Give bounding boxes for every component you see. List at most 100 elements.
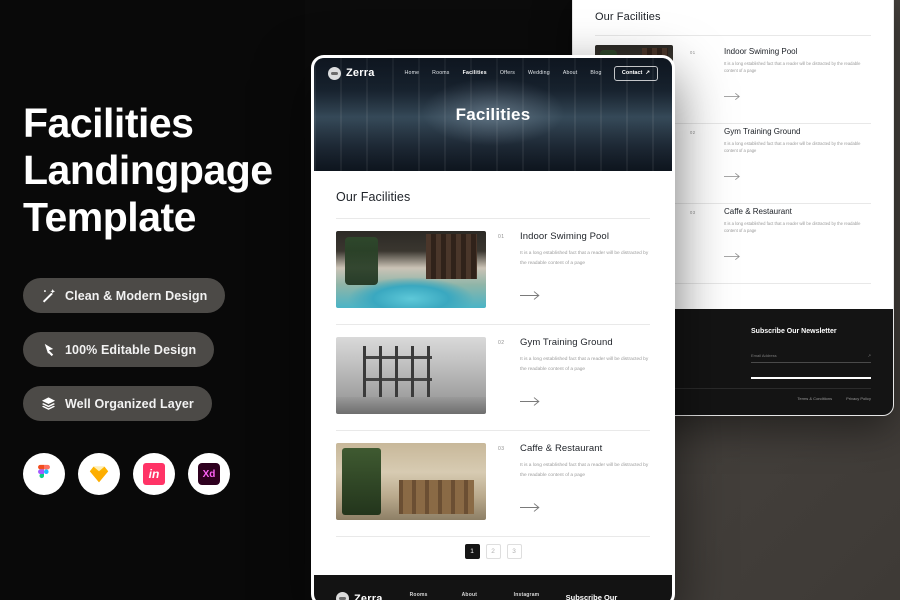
nav-item-blog[interactable]: Blog [590, 70, 601, 76]
back-facility-number: 02 [690, 130, 696, 135]
section-heading: Our Facilities [336, 190, 411, 204]
app-icon-list: in Xd [23, 453, 230, 495]
footer-link-instagram[interactable]: Instagram [514, 592, 566, 598]
gym-photo [336, 337, 486, 414]
back-facility-number: 03 [690, 210, 696, 215]
facility-thumbnail [336, 231, 486, 308]
app-icon-sketch[interactable] [78, 453, 120, 495]
feature-pill-1[interactable]: Clean & Modern Design [23, 278, 226, 313]
footer-link-columns: RoomsFacilitiesOffersAboutBlogCareersIns… [410, 592, 566, 600]
feature-pill-list: Clean & Modern Design 100% Editable Desi… [23, 278, 226, 440]
hero-heading: Facilities [455, 105, 531, 124]
facility-arrow-button[interactable] [520, 290, 541, 301]
site-navbar: Zerra Home Rooms Facilities Offers Wedding Ab… [314, 58, 672, 88]
sketch-icon [89, 466, 109, 483]
arrow-right-icon[interactable] [724, 252, 741, 261]
invision-icon: in [143, 463, 165, 485]
back-facility-title: Gym Training Ground [724, 127, 801, 136]
cursor-click-icon [44, 343, 54, 357]
facility-description: It is a long established fact that a rea… [520, 357, 649, 372]
layers-icon [41, 397, 56, 410]
brand-logo[interactable]: Zerra [328, 66, 375, 80]
back-newsletter-title: Subscribe Our Newsletter [751, 328, 837, 335]
contact-button[interactable]: Contact ↗ [613, 65, 658, 81]
facility-description: It is a long established fact that a rea… [520, 251, 649, 266]
cafe-photo [336, 443, 486, 520]
back-legal-links[interactable]: Terms & Conditions Privacy Policy [797, 396, 871, 401]
facilities-section: Our Facilities 01 Indoor Swiming Pool It… [314, 171, 672, 575]
facilities-list: 01 Indoor Swiming Pool It is a long esta… [336, 219, 650, 537]
facility-row[interactable]: 02 Gym Training Ground It is a long esta… [336, 325, 650, 431]
back-facility-description: It is a long established fact that a rea… [724, 221, 861, 234]
arrow-right-icon[interactable] [724, 92, 741, 101]
facility-thumbnail [336, 443, 486, 520]
back-email-field[interactable]: Email Address ↗ [751, 353, 871, 364]
facility-row[interactable]: 01 Indoor Swiming Pool It is a long esta… [336, 219, 650, 325]
back-legal-link-1[interactable]: Terms & Conditions [797, 396, 832, 401]
hero-section: Zerra Home Rooms Facilities Offers Wedding Ab… [314, 58, 672, 171]
app-icon-xd[interactable]: Xd [188, 453, 230, 495]
back-facility-arrow-button[interactable] [724, 252, 741, 261]
facility-title: Indoor Swiming Pool [520, 231, 610, 242]
back-section-heading: Our Facilities [595, 11, 661, 23]
facility-arrow-button[interactable] [520, 502, 541, 513]
arrow-right-icon[interactable] [520, 290, 541, 301]
facility-arrow-button[interactable] [520, 396, 541, 407]
primary-mockup-device: Zerra Home Rooms Facilities Offers Wedding Ab… [311, 55, 675, 600]
feature-pill-label: Well Organized Layer [65, 396, 194, 411]
page-button-1[interactable]: 1 [464, 544, 480, 559]
facility-number: 03 [498, 446, 505, 452]
promo-panel: Facilities Landingpage Template Clean & Mo… [0, 0, 305, 600]
footer-logo-mark-icon [336, 592, 349, 600]
footer-column-3: InstagramTwitterYouTube [514, 592, 566, 600]
arrow-right-icon[interactable] [520, 396, 541, 407]
app-icon-in[interactable]: in [133, 453, 175, 495]
promo-title-line-2: Landingpage [23, 147, 273, 194]
feature-pill-3[interactable]: Well Organized Layer [23, 386, 212, 421]
nav-item-home[interactable]: Home [405, 70, 420, 76]
back-facility-arrow-button[interactable] [724, 172, 741, 181]
back-facility-title: Indoor Swiming Pool [724, 47, 798, 56]
facility-number: 01 [498, 234, 505, 240]
page-button-3[interactable]: 3 [506, 544, 522, 559]
back-divider [595, 35, 871, 36]
nav-links[interactable]: Home Rooms Facilities Offers Wedding About Blo… [405, 70, 602, 76]
footer-logo[interactable]: Zerra [336, 592, 410, 600]
figma-icon [38, 464, 50, 479]
back-newsletter-underline [751, 377, 871, 379]
newsletter-block: Subscribe Our Newsletter Email Address ↗ [566, 592, 650, 600]
magic-wand-icon [42, 288, 56, 303]
adobe-xd-icon: Xd [198, 463, 220, 485]
back-submit-arrow-icon[interactable]: ↗ [868, 353, 871, 358]
feature-pill-2[interactable]: 100% Editable Design [23, 332, 215, 367]
logo-mark-icon [328, 66, 341, 80]
back-facility-description: It is a long established fact that a rea… [724, 61, 861, 74]
back-facility-arrow-button[interactable] [724, 92, 741, 101]
back-facility-number: 01 [690, 50, 696, 55]
nav-item-wedding[interactable]: Wedding [528, 70, 550, 76]
pagination[interactable]: 123 [336, 537, 650, 575]
app-icon-figma[interactable] [23, 453, 65, 495]
back-newsletter: Subscribe Our Newsletter Email Address ↗ [751, 327, 871, 364]
site-footer: Zerra 2020 Massachusetts Ave NW, Washing… [314, 575, 672, 600]
promo-title: Facilities Landingpage Template [23, 100, 273, 241]
arrow-right-icon[interactable] [724, 172, 741, 181]
footer-link-rooms[interactable]: Rooms [410, 592, 462, 598]
arrow-right-icon[interactable] [520, 502, 541, 513]
newsletter-title: Subscribe Our Newsletter [565, 593, 618, 600]
nav-item-facilities[interactable]: Facilities [463, 70, 487, 76]
facility-title: Caffe & Restaurant [520, 443, 603, 454]
nav-item-about[interactable]: About [563, 70, 578, 76]
nav-item-offers[interactable]: Offers [500, 70, 515, 76]
footer-link-about[interactable]: About [462, 592, 514, 598]
nav-item-rooms[interactable]: Rooms [432, 70, 449, 76]
promo-title-line-3: Template [23, 194, 196, 241]
back-email-placeholder: Email Address [751, 353, 777, 359]
indoor-pool-photo [336, 231, 486, 308]
back-legal-link-2[interactable]: Privacy Policy [846, 396, 871, 401]
facility-row[interactable]: 03 Caffe & Restaurant It is a long estab… [336, 431, 650, 537]
page-button-2[interactable]: 2 [485, 544, 501, 559]
promo-title-line-1: Facilities [23, 100, 194, 146]
brand-name: Zerra [346, 67, 375, 79]
footer-brand-block: Zerra 2020 Massachusetts Ave NW, Washing… [336, 592, 410, 600]
